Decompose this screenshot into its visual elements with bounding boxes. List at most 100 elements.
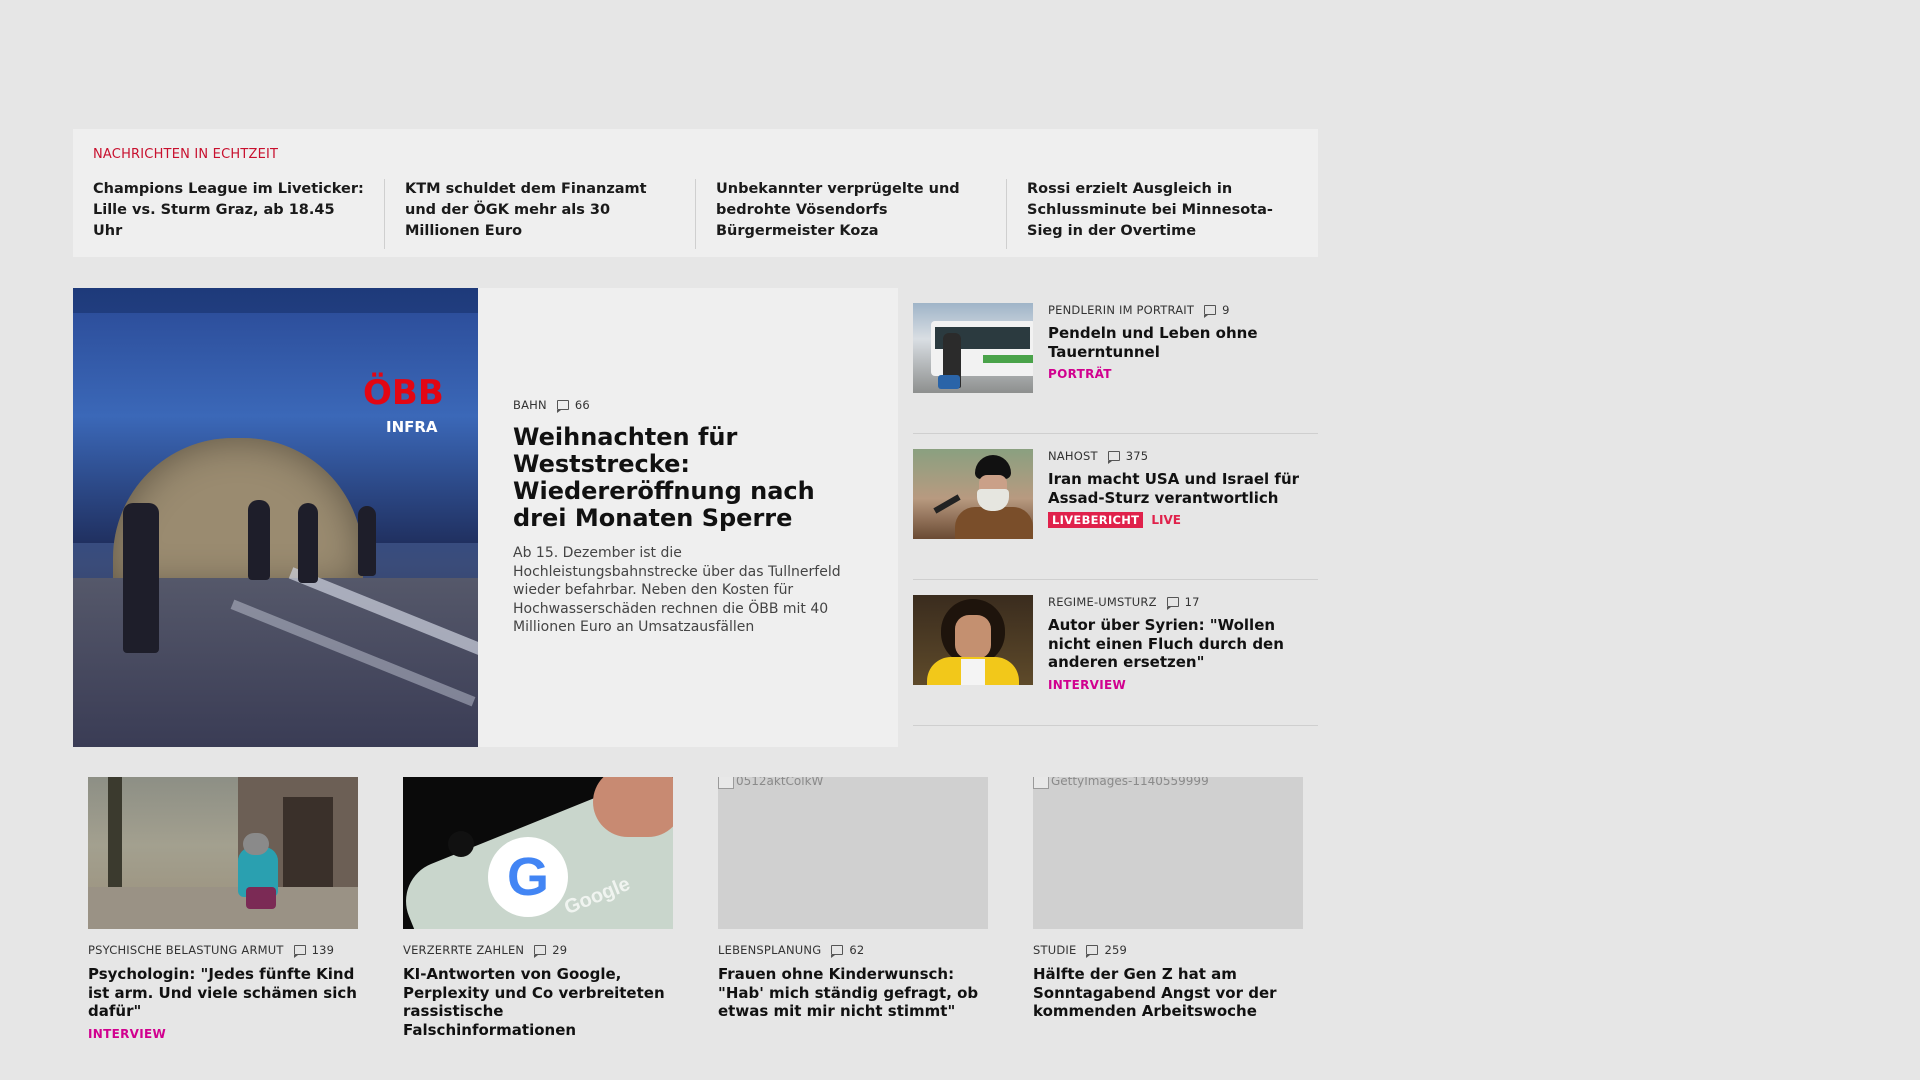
article-card[interactable]: 0512aktColkW LEBENSPLANUNG 62 Frauen ohn… — [718, 777, 988, 1042]
hero-teaser: Ab 15. Dezember ist die Hochleistungsbah… — [513, 545, 841, 636]
side-article-meta: PENDLERIN IM PORTRAIT 9 — [1048, 303, 1318, 318]
camera-shape — [448, 831, 474, 857]
side-article-list: PENDLERIN IM PORTRAIT 9 Pendeln und Lebe… — [913, 288, 1318, 726]
finger-shape — [593, 777, 673, 837]
hero-kicker[interactable]: BAHN — [513, 398, 547, 412]
side-article-comment-count[interactable]: 375 — [1126, 449, 1149, 463]
side-article-title[interactable]: Pendeln und Leben ohne Tauerntunnel — [1048, 324, 1318, 361]
card-comment-count[interactable]: 139 — [312, 943, 335, 957]
card-kicker[interactable]: STUDIE — [1033, 943, 1076, 957]
ticker-label: NACHRICHTEN IN ECHTZEIT — [93, 147, 279, 162]
side-article-title[interactable]: Autor über Syrien: "Wollen nicht einen F… — [1048, 616, 1318, 672]
hero-text: BAHN 66 Weihnachten für Weststrecke: Wie… — [478, 288, 898, 747]
side-article[interactable]: REGIME-UMSTURZ 17 Autor über Syrien: "Wo… — [913, 580, 1318, 726]
person-figure — [298, 503, 318, 583]
card-comment-count[interactable]: 29 — [552, 943, 567, 957]
card-title[interactable]: Hälfte der Gen Z hat am Sonntagabend Ang… — [1033, 965, 1303, 1021]
live-label: LIVE — [1151, 513, 1181, 527]
person-figure — [358, 506, 376, 576]
side-article[interactable]: PENDLERIN IM PORTRAIT 9 Pendeln und Lebe… — [913, 288, 1318, 434]
card-meta: VERZERRTE ZAHLEN 29 — [403, 943, 673, 958]
card-meta: PSYCHISCHE BELASTUNG ARMUT 139 — [88, 943, 358, 958]
side-article-kicker[interactable]: REGIME-UMSTURZ — [1048, 595, 1157, 609]
comment-icon — [831, 945, 844, 958]
ticker-list: Champions League im Liveticker: Lille vs… — [73, 179, 1318, 249]
side-article-image[interactable] — [913, 303, 1033, 393]
card-image[interactable]: 0512aktColkW — [718, 777, 988, 929]
hero-article[interactable]: ÖBB INFRA BAHN 66 Weihnachten für Westst… — [73, 288, 898, 747]
ticker-item[interactable]: KTM schuldet dem Finanzamt und der ÖGK m… — [384, 179, 695, 249]
card-kicker[interactable]: PSYCHISCHE BELASTUNG ARMUT — [88, 943, 284, 957]
image-alt-text: 0512aktColkW — [736, 777, 824, 788]
article-card[interactable]: PSYCHISCHE BELASTUNG ARMUT 139 Psycholog… — [88, 777, 358, 1042]
side-article-comment-count[interactable]: 9 — [1222, 303, 1230, 317]
article-card[interactable]: G Google VERZERRTE ZAHLEN 29 KI-Antworte… — [403, 777, 673, 1042]
comment-icon — [293, 945, 306, 958]
side-article-kicker[interactable]: NAHOST — [1048, 449, 1098, 463]
broken-image-icon — [1033, 777, 1049, 789]
live-ticker: NACHRICHTEN IN ECHTZEIT Champions League… — [73, 129, 1318, 257]
side-article-kicker[interactable]: PENDLERIN IM PORTRAIT — [1048, 303, 1194, 317]
card-kicker[interactable]: VERZERRTE ZAHLEN — [403, 943, 524, 957]
card-image[interactable]: G Google — [403, 777, 673, 929]
side-article[interactable]: NAHOST 375 Iran macht USA und Israel für… — [913, 434, 1318, 580]
person-figure — [123, 503, 159, 653]
oebb-logo: ÖBB — [363, 373, 444, 413]
live-indicator: LIVEBERICHT LIVE — [1048, 512, 1318, 528]
comment-icon — [1086, 945, 1099, 958]
tree-shape — [108, 777, 122, 897]
comment-icon — [1166, 597, 1179, 610]
hero-image[interactable]: ÖBB INFRA — [73, 288, 478, 747]
bag-shape — [938, 375, 960, 389]
google-logo-icon: G — [488, 837, 568, 917]
card-meta: LEBENSPLANUNG 62 — [718, 943, 988, 958]
oebb-logo-sub: INFRA — [386, 418, 438, 436]
card-comment-count[interactable]: 259 — [1104, 943, 1127, 957]
side-article-image[interactable] — [913, 449, 1033, 539]
article-tag: INTERVIEW — [88, 1026, 167, 1041]
livebericht-badge: LIVEBERICHT — [1048, 512, 1144, 528]
card-meta: STUDIE 259 — [1033, 943, 1303, 958]
ticker-item[interactable]: Champions League im Liveticker: Lille vs… — [73, 179, 384, 249]
door-shape — [283, 797, 333, 892]
side-article-body: NAHOST 375 Iran macht USA und Israel für… — [1033, 449, 1318, 579]
broken-image-placeholder: 0512aktColkW — [718, 777, 823, 789]
article-card[interactable]: GettyImages-1140559999 STUDIE 259 Hälfte… — [1033, 777, 1303, 1042]
pants-shape — [246, 887, 276, 909]
article-tag: PORTRÄT — [1048, 367, 1112, 381]
hero-comment-count[interactable]: 66 — [575, 398, 590, 412]
side-article-comment-count[interactable]: 17 — [1185, 595, 1200, 609]
hero-meta: BAHN 66 — [513, 398, 863, 414]
comment-icon — [556, 400, 569, 414]
ticker-item[interactable]: Rossi erzielt Ausgleich in Schlussminute… — [1006, 179, 1317, 249]
broken-image-placeholder: GettyImages-1140559999 — [1033, 777, 1209, 789]
side-article-meta: REGIME-UMSTURZ 17 — [1048, 595, 1318, 610]
card-row: PSYCHISCHE BELASTUNG ARMUT 139 Psycholog… — [88, 777, 1303, 1042]
side-article-image[interactable] — [913, 595, 1033, 685]
side-article-body: REGIME-UMSTURZ 17 Autor über Syrien: "Wo… — [1033, 595, 1318, 725]
comment-icon — [534, 945, 547, 958]
card-title[interactable]: Psychologin: "Jedes fünfte Kind ist arm.… — [88, 965, 358, 1021]
card-image[interactable] — [88, 777, 358, 929]
card-kicker[interactable]: LEBENSPLANUNG — [718, 943, 821, 957]
microphone-shape — [933, 494, 961, 514]
ticker-item[interactable]: Unbekannter verprügelte und bedrohte Vös… — [695, 179, 1006, 249]
side-article-title[interactable]: Iran macht USA und Israel für Assad-Stur… — [1048, 470, 1318, 507]
face-shape — [955, 615, 991, 659]
hat-shape — [243, 833, 269, 855]
sidewalk-shape — [88, 887, 358, 929]
card-title[interactable]: KI-Antworten von Google, Perplexity und … — [403, 965, 673, 1039]
side-article-meta: NAHOST 375 — [1048, 449, 1318, 464]
side-article-body: PENDLERIN IM PORTRAIT 9 Pendeln und Lebe… — [1033, 303, 1318, 433]
bus-stripe — [983, 355, 1033, 363]
article-tag: INTERVIEW — [1048, 677, 1127, 692]
person-figure — [248, 500, 270, 580]
broken-image-icon — [718, 777, 734, 789]
hero-title[interactable]: Weihnachten für Weststrecke: Wiedereröff… — [513, 424, 863, 532]
image-alt-text: GettyImages-1140559999 — [1051, 777, 1209, 788]
comment-icon — [1204, 305, 1217, 318]
card-title[interactable]: Frauen ohne Kinderwunsch: "Hab' mich stä… — [718, 965, 988, 1021]
card-comment-count[interactable]: 62 — [849, 943, 864, 957]
comment-icon — [1107, 451, 1120, 464]
card-image[interactable]: GettyImages-1140559999 — [1033, 777, 1303, 929]
